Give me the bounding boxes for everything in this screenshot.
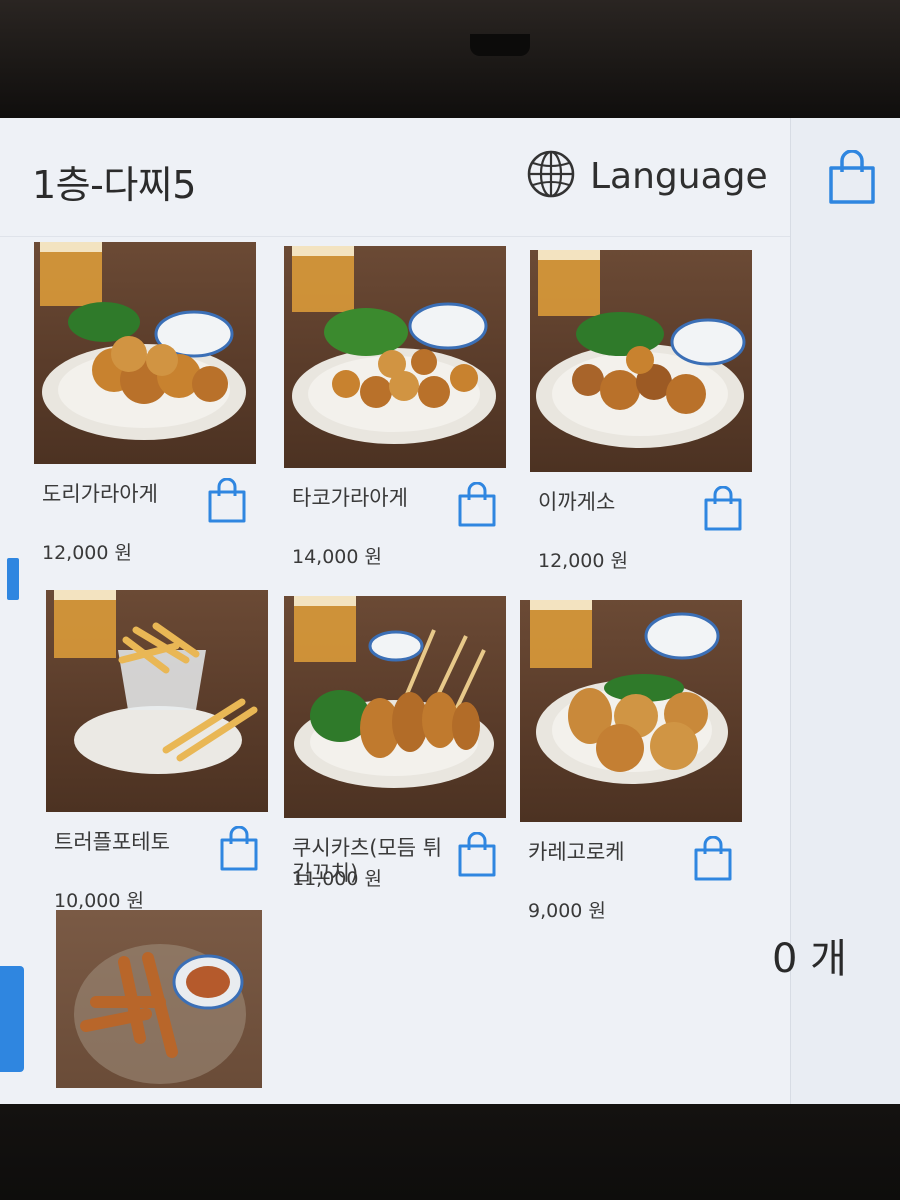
menu-item-price: 14,000 원	[292, 546, 383, 568]
shopping-bag-icon	[206, 477, 248, 528]
shopping-bag-icon	[456, 481, 498, 532]
menu-item-card[interactable]: 타코가라아게 14,000 원	[284, 246, 514, 576]
shopping-bag-icon	[702, 485, 744, 536]
menu-item-name: 카레고로케	[528, 840, 625, 864]
top-header: 1층-다찌5 Language	[0, 118, 790, 237]
shopping-bag-icon	[692, 835, 734, 886]
side-action-button[interactable]	[0, 966, 24, 1072]
tablet-bezel-top	[0, 0, 900, 118]
menu-item-name: 타코가라아게	[292, 486, 408, 510]
menu-item-name: 이까게소	[538, 490, 616, 514]
menu-item-price: 12,000 원	[538, 550, 629, 572]
menu-item-name: 도리가라아게	[42, 482, 158, 506]
order-screen: 1층-다찌5 Language 도리가라아게 12,000 원 타코가라아게 1…	[0, 118, 900, 1104]
menu-item-photo[interactable]	[284, 246, 506, 468]
menu-item-card[interactable]	[56, 910, 266, 1090]
menu-item-card[interactable]: 이까게소 12,000 원	[530, 250, 760, 580]
menu-item-card[interactable]: 카레고로케 9,000 원	[520, 600, 750, 930]
cart-button[interactable]	[827, 149, 877, 210]
menu-item-photo[interactable]	[56, 910, 262, 1088]
add-to-cart-button[interactable]	[702, 485, 744, 532]
menu-item-photo[interactable]	[46, 590, 268, 812]
language-label: Language	[590, 155, 768, 197]
menu-item-price: 10,000 원	[54, 890, 145, 912]
add-to-cart-button[interactable]	[218, 825, 260, 872]
add-to-cart-button[interactable]	[456, 481, 498, 528]
menu-item-photo[interactable]	[34, 242, 256, 464]
tablet-bezel-bottom	[0, 1104, 900, 1200]
shopping-bag-icon	[827, 149, 877, 210]
menu-item-photo[interactable]	[520, 600, 742, 822]
menu-item-price: 12,000 원	[42, 542, 133, 564]
language-button[interactable]: Language	[526, 148, 768, 204]
menu-item-price: 11,000 원	[292, 868, 383, 890]
menu-item-card[interactable]: 트러플포테토 10,000 원	[46, 590, 276, 920]
globe-icon	[526, 149, 576, 203]
shopping-bag-icon	[218, 825, 260, 876]
cart-count: 0 개	[772, 936, 847, 982]
menu-item-photo[interactable]	[284, 596, 506, 818]
menu-item-name: 트러플포테토	[54, 830, 170, 854]
add-to-cart-button[interactable]	[206, 477, 248, 524]
table-name: 1층-다찌5	[32, 163, 196, 207]
menu-item-photo[interactable]	[530, 250, 752, 472]
category-indicator[interactable]	[7, 558, 19, 600]
menu-item-price: 9,000 원	[528, 900, 606, 922]
shopping-bag-icon	[456, 831, 498, 882]
menu-item-card[interactable]: 도리가라아게 12,000 원	[34, 242, 264, 572]
add-to-cart-button[interactable]	[456, 831, 498, 878]
camera-notch	[470, 34, 530, 56]
add-to-cart-button[interactable]	[692, 835, 734, 882]
menu-item-card[interactable]: 쿠시카츠(모듬 튀김꼬치) 11,000 원	[284, 596, 514, 926]
